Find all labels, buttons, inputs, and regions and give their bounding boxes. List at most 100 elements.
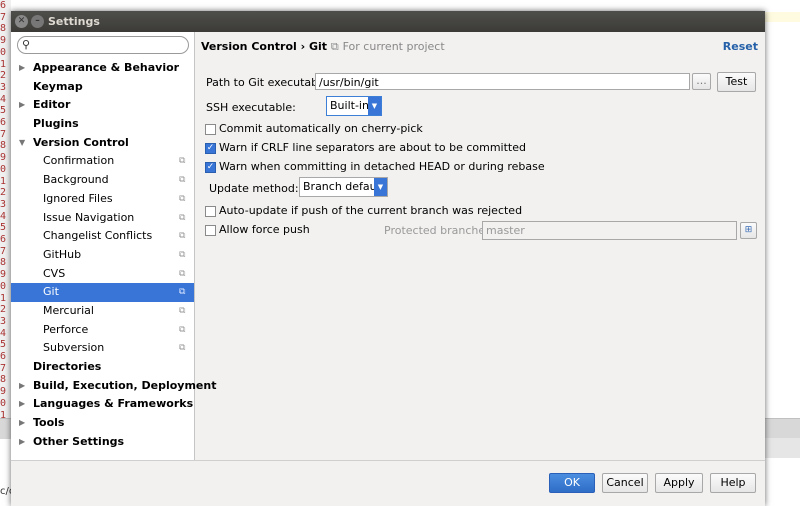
line-number: 0 xyxy=(0,46,7,58)
tree-item-label: Other Settings xyxy=(33,434,125,448)
line-number: 2 xyxy=(0,304,7,316)
line-number: 1 xyxy=(0,58,7,70)
tree-item-label: Tools xyxy=(33,416,65,430)
chevron-right-icon[interactable]: ▶ xyxy=(19,395,25,414)
line-number: 0 xyxy=(0,163,7,175)
line-number: 1 xyxy=(0,292,7,304)
crlf-warning-label: Warn if CRLF line separators are about t… xyxy=(219,141,526,154)
detached-head-checkbox[interactable]: ✓ xyxy=(205,162,216,173)
tree-item-mercurial[interactable]: Mercurial ⧉ xyxy=(11,302,194,321)
tree-item-label: Languages & Frameworks xyxy=(33,397,194,411)
chevron-right-icon[interactable]: ▶ xyxy=(19,377,25,396)
tree-item-git[interactable]: Git ⧉ xyxy=(11,283,194,302)
line-number: 9 xyxy=(0,35,7,47)
line-number: 8 xyxy=(0,140,7,152)
line-number: 9 xyxy=(0,269,7,281)
tree-item-keymap[interactable]: Keymap xyxy=(11,78,194,97)
tree-item-label: Mercurial xyxy=(43,303,94,317)
footer-separator xyxy=(11,460,765,461)
force-push-checkbox[interactable] xyxy=(205,225,216,236)
line-number: 9 xyxy=(0,386,7,398)
help-button[interactable]: Help xyxy=(710,473,756,493)
project-scope-icon: ⧉ xyxy=(179,324,186,335)
line-number: 7 xyxy=(0,128,7,140)
tree-item-subversion[interactable]: Subversion ⧉ xyxy=(11,339,194,358)
line-number: 7 xyxy=(0,245,7,257)
tree-item-perforce[interactable]: Perforce ⧉ xyxy=(11,321,194,340)
tree-item-background[interactable]: Background ⧉ xyxy=(11,171,194,190)
tree-item-label: Plugins xyxy=(33,117,79,131)
crlf-warning-checkbox[interactable]: ✓ xyxy=(205,143,216,154)
project-scope-icon: ⧉ xyxy=(179,231,186,242)
tree-item-tools[interactable]: ▶ Tools xyxy=(11,414,194,433)
tree-item-label: Issue Navigation xyxy=(43,210,135,224)
project-scope-icon: ⧉ xyxy=(330,40,339,53)
browse-button[interactable]: ... xyxy=(692,73,711,90)
tree-item-label: Confirmation xyxy=(43,154,115,168)
test-button[interactable]: Test xyxy=(717,72,756,92)
ok-button[interactable]: OK xyxy=(549,473,595,493)
tree-item-github[interactable]: GitHub ⧉ xyxy=(11,246,194,265)
cherry-pick-checkbox[interactable] xyxy=(205,124,216,135)
tree-item-label: Build, Execution, Deployment xyxy=(33,378,217,392)
project-scope-icon: ⧉ xyxy=(179,249,186,260)
git-path-label: Path to Git executable: xyxy=(206,76,332,89)
tree-item-label: Git xyxy=(43,285,59,299)
tree-item-ignored-files[interactable]: Ignored Files ⧉ xyxy=(11,190,194,209)
line-number: 1 xyxy=(0,175,7,187)
cancel-button[interactable]: Cancel xyxy=(602,473,648,493)
close-icon[interactable]: ✕ xyxy=(15,15,28,28)
line-number: 5 xyxy=(0,105,7,117)
protected-branches-label: Protected branches: xyxy=(384,224,495,237)
chevron-right-icon[interactable]: ▶ xyxy=(19,414,25,433)
line-number-gutter: 678901234567890123456789012345678901 xyxy=(0,0,11,430)
line-number: 5 xyxy=(0,339,7,351)
chevron-down-icon[interactable]: ▼ xyxy=(19,134,25,153)
apply-button[interactable]: Apply xyxy=(655,473,703,493)
reset-link[interactable]: Reset xyxy=(723,40,758,53)
settings-dialog: ✕ – Settings ⚲ ▶ Appearance & Behavior Key… xyxy=(11,11,765,506)
search-input[interactable]: ⚲ xyxy=(17,36,189,54)
force-push-label: Allow force push xyxy=(219,223,310,236)
ssh-executable-dropdown[interactable]: Built-in ▼ xyxy=(326,96,382,116)
tree-item-label: Version Control xyxy=(33,135,129,149)
dialog-titlebar: ✕ – Settings xyxy=(11,11,765,32)
line-number: 6 xyxy=(0,117,7,128)
expand-field-icon[interactable]: ⊞ xyxy=(740,222,757,239)
line-number: 2 xyxy=(0,70,7,82)
chevron-right-icon[interactable]: ▶ xyxy=(19,59,25,78)
tree-item-label: GitHub xyxy=(43,247,82,261)
tree-item-label: Perforce xyxy=(43,322,89,336)
breadcrumb-path: Version Control › Git xyxy=(201,40,328,53)
git-path-input[interactable]: /usr/bin/git xyxy=(315,73,690,90)
tree-item-other-settings[interactable]: ▶ Other Settings xyxy=(11,433,194,452)
git-settings-panel: Version Control › Git ⧉ For current proj… xyxy=(195,32,765,460)
tree-item-label: Keymap xyxy=(33,79,83,93)
tree-item-issue-navigation[interactable]: Issue Navigation ⧉ xyxy=(11,209,194,228)
chevron-right-icon[interactable]: ▶ xyxy=(19,96,25,115)
tree-item-languages-frameworks[interactable]: ▶ Languages & Frameworks xyxy=(11,395,194,414)
project-scope-icon: ⧉ xyxy=(179,212,186,223)
auto-update-checkbox[interactable] xyxy=(205,206,216,217)
tree-item-directories[interactable]: Directories xyxy=(11,358,194,377)
chevron-right-icon[interactable]: ▶ xyxy=(19,433,25,452)
line-number: 5 xyxy=(0,222,7,234)
tree-item-appearance-behavior[interactable]: ▶ Appearance & Behavior xyxy=(11,59,194,78)
tree-item-label: Ignored Files xyxy=(43,191,113,205)
minimize-icon[interactable]: – xyxy=(31,15,44,28)
chevron-down-icon: ▼ xyxy=(368,97,381,115)
project-scope-icon: ⧉ xyxy=(179,193,186,204)
tree-item-editor[interactable]: ▶ Editor xyxy=(11,96,194,115)
tree-item-plugins[interactable]: Plugins xyxy=(11,115,194,134)
tree-item-changelist-conflicts[interactable]: Changelist Conflicts ⧉ xyxy=(11,227,194,246)
line-number: 8 xyxy=(0,374,7,386)
line-number: 0 xyxy=(0,280,7,292)
tree-item-version-control[interactable]: ▼ Version Control xyxy=(11,134,194,153)
protected-branches-input[interactable]: master xyxy=(482,221,737,240)
line-number: 7 xyxy=(0,11,7,23)
update-method-dropdown[interactable]: Branch default ▼ xyxy=(299,177,388,197)
tree-item-cvs[interactable]: CVS ⧉ xyxy=(11,265,194,284)
tree-item-build-execution-deployment[interactable]: ▶ Build, Execution, Deployment xyxy=(11,377,216,396)
tree-item-confirmation[interactable]: Confirmation ⧉ xyxy=(11,152,194,171)
tree-item-label: Appearance & Behavior xyxy=(33,61,180,74)
